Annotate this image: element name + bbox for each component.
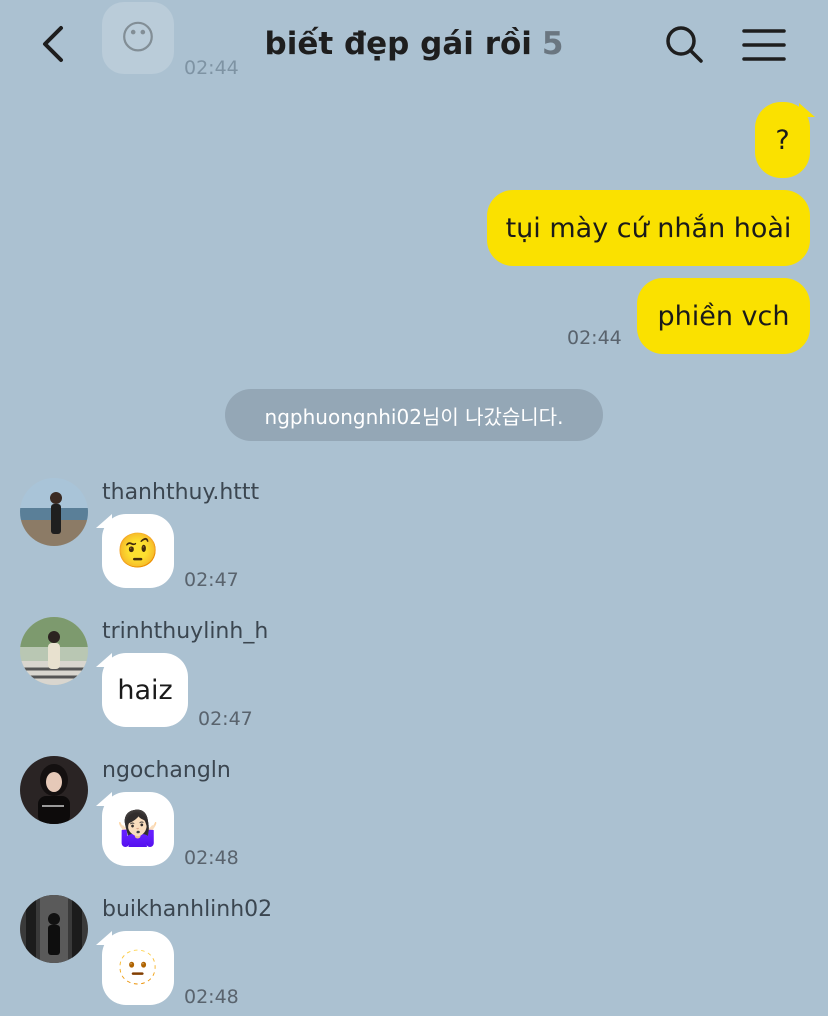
sent-message-text: tụi mày cứ nhắn hoài <box>505 212 792 244</box>
previous-message-emoji: 😶 <box>120 18 156 58</box>
sender-name: thanhthuy.httt <box>102 480 260 505</box>
sender-name: trinhthuylinh_h <box>102 619 269 644</box>
member-count: 5 <box>541 26 564 62</box>
avatar-photo <box>20 617 88 685</box>
received-message-bubble[interactable]: 🤨 <box>102 514 174 588</box>
avatar-photo <box>20 895 88 963</box>
previous-message-bubble: 😶 <box>102 2 174 74</box>
received-message-time: 02:47 <box>184 569 239 591</box>
sender-name: ngochangln <box>102 758 231 783</box>
avatar-photo <box>20 478 88 546</box>
received-message-bubble[interactable]: 🫥 <box>102 931 174 1005</box>
received-message-emoji: 🤷🏻‍♀️ <box>116 809 160 849</box>
received-message-text: haiz <box>117 674 173 706</box>
received-message-bubble[interactable]: haiz <box>102 653 188 727</box>
avatar[interactable] <box>20 478 88 546</box>
received-message-time: 02:48 <box>184 847 239 869</box>
menu-button[interactable] <box>740 20 788 68</box>
chat-title: biết đẹp gái rồi 5 <box>200 22 628 66</box>
received-message-emoji: 🫥 <box>116 948 160 988</box>
received-message-time: 02:48 <box>184 986 239 1008</box>
back-button[interactable] <box>30 20 78 68</box>
search-button[interactable] <box>660 20 708 68</box>
sent-message-bubble[interactable]: ? <box>755 102 810 178</box>
sent-message-text: ? <box>775 124 790 156</box>
avatar-photo <box>20 756 88 824</box>
sent-message-bubble[interactable]: phiền vch <box>637 278 810 354</box>
system-notice-text: ngphuongnhi02님이 나갔습니다. <box>264 404 564 429</box>
menu-icon <box>742 29 786 61</box>
sent-message-bubble[interactable]: tụi mày cứ nhắn hoài <box>487 190 810 266</box>
received-message-emoji: 🤨 <box>116 531 160 571</box>
received-message-bubble[interactable]: 🤷🏻‍♀️ <box>102 792 174 866</box>
received-message-time: 02:47 <box>198 708 253 730</box>
sent-message-text: phiền vch <box>657 300 790 332</box>
back-chevron-icon <box>43 26 63 62</box>
system-notice: ngphuongnhi02님이 나갔습니다. <box>225 389 603 441</box>
avatar[interactable] <box>20 617 88 685</box>
avatar[interactable] <box>20 756 88 824</box>
avatar[interactable] <box>20 895 88 963</box>
chat-room-name: biết đẹp gái rồi <box>264 26 532 62</box>
sender-name: buikhanhlinh02 <box>102 897 273 922</box>
search-icon <box>666 26 703 63</box>
sent-message-time: 02:44 <box>567 327 622 349</box>
